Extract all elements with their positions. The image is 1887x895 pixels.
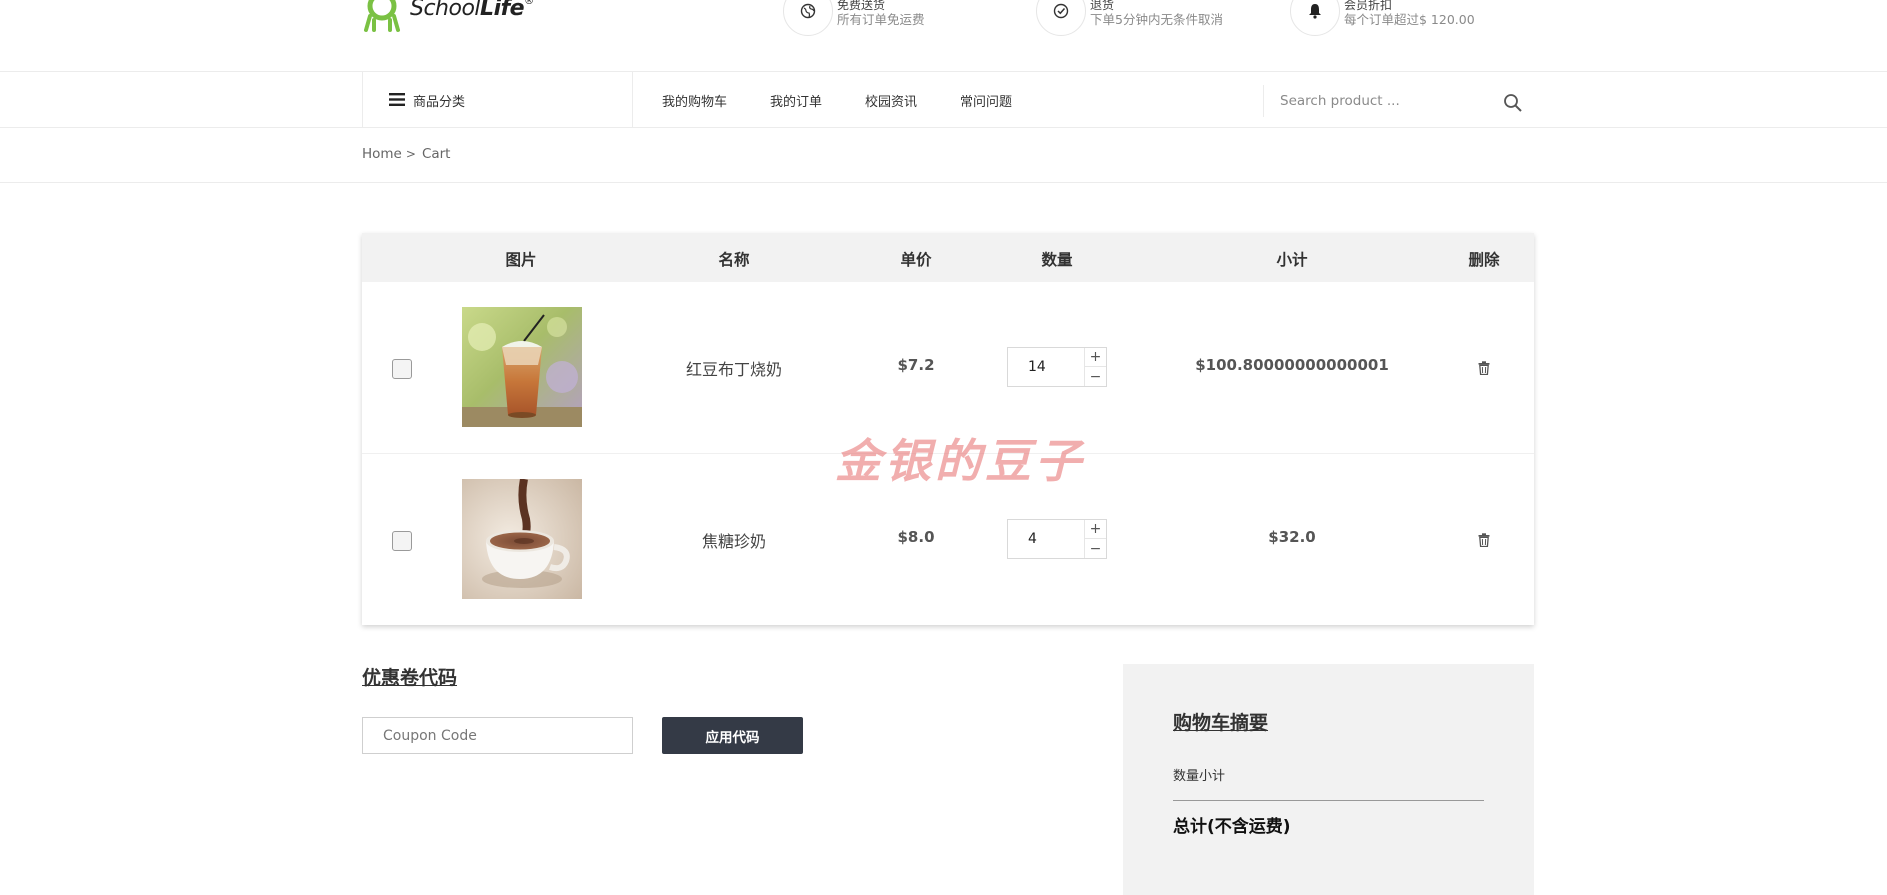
breadcrumb-separator: > (405, 147, 416, 161)
info-title: 免费送货 (837, 0, 886, 12)
search-input[interactable] (1280, 93, 1480, 109)
main-navbar: 商品分类 我的购物车 我的订单 校园资讯 常问问题 (0, 71, 1887, 128)
search-icon[interactable] (1503, 93, 1523, 117)
quantity-stepper: 4 + − (1007, 519, 1107, 559)
breadcrumb-bar: Home > Cart (0, 128, 1887, 183)
watermark: 金银的豆子 (835, 434, 1085, 488)
product-image-hot-cocoa[interactable] (462, 479, 582, 599)
trash-icon[interactable] (1478, 532, 1490, 551)
returns-info: 退货 下单5分钟内无条件取消 (1036, 0, 1223, 36)
cart-summary: 购物车摘要 数量小计 总计(不含运费) (1123, 664, 1534, 895)
decrease-quantity-button[interactable]: − (1085, 367, 1106, 386)
column-header-image: 图片 (505, 251, 537, 269)
column-header-name: 名称 (718, 251, 750, 269)
product-name[interactable]: 红豆布丁烧奶 (686, 356, 782, 380)
quantity-value[interactable]: 4 (1028, 531, 1037, 547)
breadcrumb-current: Cart (421, 146, 451, 162)
line-subtotal: $100.80000000000001 (1195, 356, 1389, 374)
coupon-title: 优惠卷代码 (362, 667, 458, 689)
select-checkbox[interactable] (392, 531, 412, 551)
info-subtitle: 下单5分钟内无条件取消 (1090, 12, 1223, 27)
bell-icon (1290, 0, 1340, 36)
info-title: 会员折扣 (1344, 0, 1393, 12)
divider (1173, 800, 1484, 801)
info-subtitle: 每个订单超过$ 120.00 (1344, 12, 1475, 27)
hamburger-icon (389, 91, 405, 110)
total-label: 总计(不含运费) (1173, 817, 1291, 837)
breadcrumb-home[interactable]: Home (362, 146, 402, 162)
column-header-price: 单价 (900, 251, 932, 269)
product-price: $8.0 (897, 528, 935, 546)
category-menu-button[interactable]: 商品分类 (362, 72, 633, 128)
increase-quantity-button[interactable]: + (1085, 520, 1106, 539)
member-discount-info: 会员折扣 每个订单超过$ 120.00 (1290, 0, 1475, 36)
coupon-code-input[interactable] (362, 717, 633, 754)
globe-icon (783, 0, 833, 36)
nav-link-faq[interactable]: 常问问题 (960, 91, 1012, 110)
category-label: 商品分类 (413, 94, 466, 110)
apply-coupon-button[interactable]: 应用代码 (662, 717, 803, 754)
nav-link-my-orders[interactable]: 我的订单 (770, 91, 822, 110)
column-header-delete: 删除 (1468, 251, 1500, 269)
quantity-value[interactable]: 14 (1028, 359, 1046, 375)
search-box (1263, 85, 1533, 117)
decrease-quantity-button[interactable]: − (1085, 539, 1106, 558)
line-subtotal: $32.0 (1268, 528, 1316, 546)
product-image-iced-tea[interactable] (462, 307, 582, 427)
logo-icon (362, 0, 402, 34)
info-subtitle: 所有订单免运费 (837, 12, 925, 27)
top-header: SchoolLife® 免费送货 所有订单免运费 退货 下单5分钟内无条件取消 … (0, 0, 1887, 71)
logo-text: SchoolLife® (410, 0, 534, 21)
product-price: $7.2 (897, 356, 935, 374)
product-name[interactable]: 焦糖珍奶 (702, 528, 766, 552)
select-checkbox[interactable] (392, 359, 412, 379)
column-header-quantity: 数量 (1041, 251, 1073, 269)
breadcrumb: Home > Cart (362, 146, 450, 162)
quantity-subtotal-label: 数量小计 (1173, 769, 1226, 784)
info-title: 退货 (1090, 0, 1115, 12)
cart-table-header: 图片 名称 单价 数量 小计 删除 (362, 233, 1534, 282)
nav-link-my-cart[interactable]: 我的购物车 (662, 91, 727, 110)
column-header-subtotal: 小计 (1276, 251, 1308, 269)
nav-menu: 我的购物车 我的订单 校园资讯 常问问题 (662, 72, 1055, 128)
check-circle-icon (1036, 0, 1086, 36)
summary-title: 购物车摘要 (1173, 712, 1269, 734)
free-shipping-info: 免费送货 所有订单免运费 (783, 0, 925, 36)
quantity-stepper: 14 + − (1007, 347, 1107, 387)
increase-quantity-button[interactable]: + (1085, 348, 1106, 367)
logo[interactable]: SchoolLife® (362, 0, 534, 34)
trash-icon[interactable] (1478, 360, 1490, 379)
nav-link-campus-news[interactable]: 校园资讯 (865, 91, 917, 110)
